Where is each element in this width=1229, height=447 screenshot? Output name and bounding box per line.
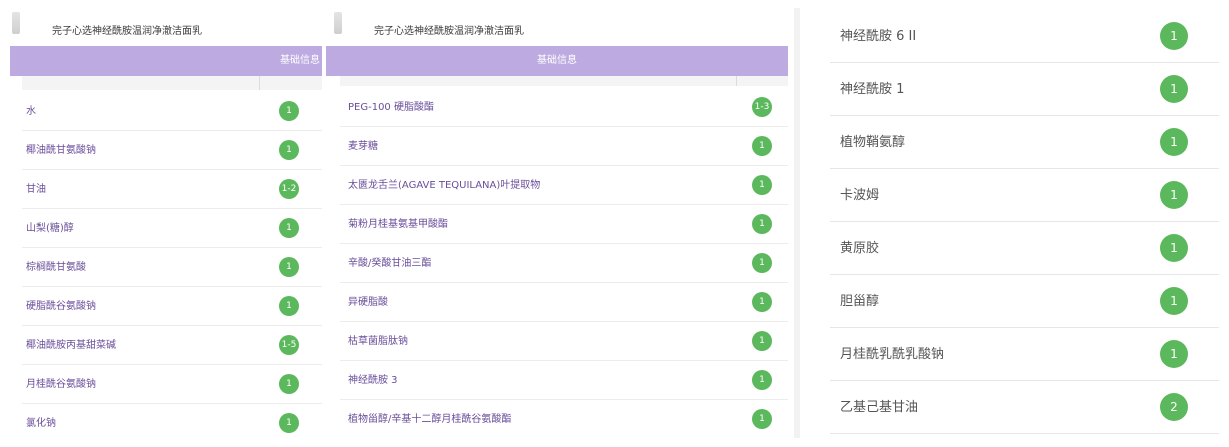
ingredient-row[interactable]: 硬脂酰谷氨酸钠 1 bbox=[22, 287, 322, 326]
ingredient-name: 乙基己基甘油 bbox=[840, 400, 919, 415]
column-header bbox=[340, 76, 788, 86]
ingredient-name: 麦芽糖 bbox=[348, 141, 378, 152]
safety-score-badge: 1 bbox=[752, 136, 772, 156]
ingredient-row[interactable]: 异硬脂酸 1 bbox=[340, 283, 788, 322]
ingredient-row[interactable]: 植物甾醇/辛基十二醇月桂酰谷氨酸酯 1 bbox=[340, 400, 788, 439]
safety-score-badge: 1 bbox=[1160, 287, 1188, 315]
safety-score-badge: 1 bbox=[1160, 22, 1188, 50]
safety-score-badge: 1 bbox=[1160, 340, 1188, 368]
ingredient-row[interactable]: 枯草菌脂肽钠 1 bbox=[340, 322, 788, 361]
panel-header: 完子心选神经酰胺温润净澈洁面乳 bbox=[322, 0, 794, 46]
ingredient-name: 神经酰胺 1 bbox=[840, 82, 905, 97]
ingredient-name: 植物鞘氨醇 bbox=[840, 135, 906, 150]
ingredient-row[interactable]: 神经酰胺 3 1 bbox=[340, 361, 788, 400]
ingredient-name: 黄原胶 bbox=[840, 241, 880, 256]
ingredient-row[interactable]: 神经酰胺 1 1 bbox=[830, 63, 1219, 116]
safety-score-badge: 1 bbox=[752, 409, 772, 429]
ingredient-row[interactable]: 卡波姆 1 bbox=[830, 169, 1219, 222]
ingredient-name: 椰油酰甘氨酸钠 bbox=[26, 145, 96, 156]
product-thumbnail bbox=[334, 12, 342, 34]
ingredient-row[interactable]: 乙基己基甘油 2 bbox=[830, 381, 1219, 434]
safety-score-badge: 1 bbox=[752, 175, 772, 195]
safety-score-badge: 1 bbox=[279, 218, 299, 238]
ingredient-panel-3: 神经酰胺 6 II 1 神经酰胺 1 1 植物鞘氨醇 1 卡波姆 1 黄原胶 1… bbox=[800, 0, 1229, 447]
column-divider bbox=[259, 76, 260, 90]
ingredient-row[interactable]: 甘油 1-2 bbox=[22, 170, 322, 209]
ingredient-name: 胆甾醇 bbox=[840, 294, 880, 309]
ingredient-name: 水 bbox=[26, 106, 36, 117]
ingredient-name: 异硬脂酸 bbox=[348, 297, 388, 308]
safety-score-badge: 1 bbox=[1160, 128, 1188, 156]
ingredient-row[interactable]: 黄原胶 1 bbox=[830, 222, 1219, 275]
ingredient-name: 月桂酰乳酰乳酸钠 bbox=[840, 347, 945, 362]
ingredient-row[interactable]: 月桂酰乳酰乳酸钠 1 bbox=[830, 328, 1219, 381]
ingredient-row[interactable]: 辛酸/癸酸甘油三酯 1 bbox=[340, 244, 788, 283]
section-band-label: 基础信息 bbox=[280, 55, 320, 66]
ingredient-name: 甘油 bbox=[26, 184, 46, 195]
ingredient-row[interactable]: 椰油酰胺丙基甜菜碱 1-5 bbox=[22, 326, 322, 365]
ingredient-name: 神经酰胺 3 bbox=[348, 375, 398, 386]
safety-score-badge: 1-5 bbox=[279, 335, 299, 355]
ingredient-panel-2: 完子心选神经酰胺温润净澈洁面乳 基础信息 PEG-100 硬脂酸酯 1-3 麦芽… bbox=[322, 0, 794, 447]
ingredient-row[interactable]: 棕榈酰甘氨酸 1 bbox=[22, 248, 322, 287]
safety-score-badge: 1-2 bbox=[279, 179, 299, 199]
ingredient-panel-1: 完子心选神经酰胺温润净澈洁面乳 基础信息 水 1 椰油酰甘氨酸钠 1 甘油 1-… bbox=[0, 0, 322, 447]
ingredient-name: 枯草菌脂肽钠 bbox=[348, 336, 408, 347]
panel-header: 完子心选神经酰胺温润净澈洁面乳 bbox=[0, 0, 322, 46]
section-band: 基础信息 bbox=[10, 46, 322, 76]
ingredient-name: 氯化钠 bbox=[26, 418, 56, 429]
ingredient-row[interactable]: 山梨(糖)醇 1 bbox=[22, 209, 322, 248]
safety-score-badge: 1 bbox=[279, 257, 299, 277]
product-thumbnail bbox=[12, 12, 20, 34]
ingredient-name: 月桂酰谷氨酸钠 bbox=[26, 379, 96, 390]
ingredient-row[interactable]: 菊粉月桂基氨基甲酸酯 1 bbox=[340, 205, 788, 244]
safety-score-badge: 1 bbox=[752, 292, 772, 312]
safety-score-badge: 1 bbox=[279, 296, 299, 316]
ingredient-row[interactable]: 胆甾醇 1 bbox=[830, 275, 1219, 328]
product-title: 完子心选神经酰胺温润净澈洁面乳 bbox=[52, 26, 202, 37]
ingredient-name: 植物甾醇/辛基十二醇月桂酰谷氨酸酯 bbox=[348, 414, 512, 425]
ingredient-name: 神经酰胺 6 II bbox=[840, 29, 917, 44]
safety-score-badge: 1 bbox=[752, 214, 772, 234]
ingredient-name: 椰油酰胺丙基甜菜碱 bbox=[26, 340, 116, 351]
ingredient-name: 菊粉月桂基氨基甲酸酯 bbox=[348, 219, 448, 230]
ingredient-row[interactable]: 麦芽糖 1 bbox=[340, 127, 788, 166]
section-band: 基础信息 bbox=[326, 46, 788, 76]
safety-score-badge: 2 bbox=[1160, 393, 1188, 421]
ingredient-row[interactable]: 氯化钠 1 bbox=[22, 404, 322, 443]
safety-score-badge: 1 bbox=[1160, 75, 1188, 103]
safety-score-badge: 1-3 bbox=[752, 97, 772, 117]
ingredient-row[interactable]: 神经酰胺 6 II 1 bbox=[830, 10, 1219, 63]
safety-score-badge: 1 bbox=[279, 413, 299, 433]
column-header bbox=[22, 76, 322, 90]
section-band-label: 基础信息 bbox=[537, 55, 577, 66]
ingredient-name: 硬脂酰谷氨酸钠 bbox=[26, 301, 96, 312]
ingredient-row[interactable]: 太匮龙舌兰(AGAVE TEQUILANA)叶提取物 1 bbox=[340, 166, 788, 205]
ingredient-row[interactable]: 椰油酰甘氨酸钠 1 bbox=[22, 131, 322, 170]
ingredient-name: 山梨(糖)醇 bbox=[26, 223, 74, 234]
column-divider bbox=[736, 76, 737, 86]
ingredient-name: 卡波姆 bbox=[840, 188, 880, 203]
ingredient-row[interactable]: 植物鞘氨醇 1 bbox=[830, 116, 1219, 169]
safety-score-badge: 1 bbox=[279, 374, 299, 394]
ingredient-row[interactable]: 水 1 bbox=[22, 92, 322, 131]
safety-score-badge: 1 bbox=[279, 101, 299, 121]
ingredient-name: PEG-100 硬脂酸酯 bbox=[348, 102, 434, 113]
safety-score-badge: 1 bbox=[752, 370, 772, 390]
safety-score-badge: 1 bbox=[1160, 181, 1188, 209]
ingredient-name: 棕榈酰甘氨酸 bbox=[26, 262, 86, 273]
ingredient-row[interactable]: 月桂酰谷氨酸钠 1 bbox=[22, 365, 322, 404]
ingredient-name: 辛酸/癸酸甘油三酯 bbox=[348, 258, 432, 269]
safety-score-badge: 1 bbox=[752, 331, 772, 351]
ingredient-name: 太匮龙舌兰(AGAVE TEQUILANA)叶提取物 bbox=[348, 180, 541, 191]
safety-score-badge: 1 bbox=[1160, 234, 1188, 262]
ingredient-row[interactable]: PEG-100 硬脂酸酯 1-3 bbox=[340, 88, 788, 127]
safety-score-badge: 1 bbox=[752, 253, 772, 273]
safety-score-badge: 1 bbox=[279, 140, 299, 160]
product-title: 完子心选神经酰胺温润净澈洁面乳 bbox=[374, 26, 524, 37]
